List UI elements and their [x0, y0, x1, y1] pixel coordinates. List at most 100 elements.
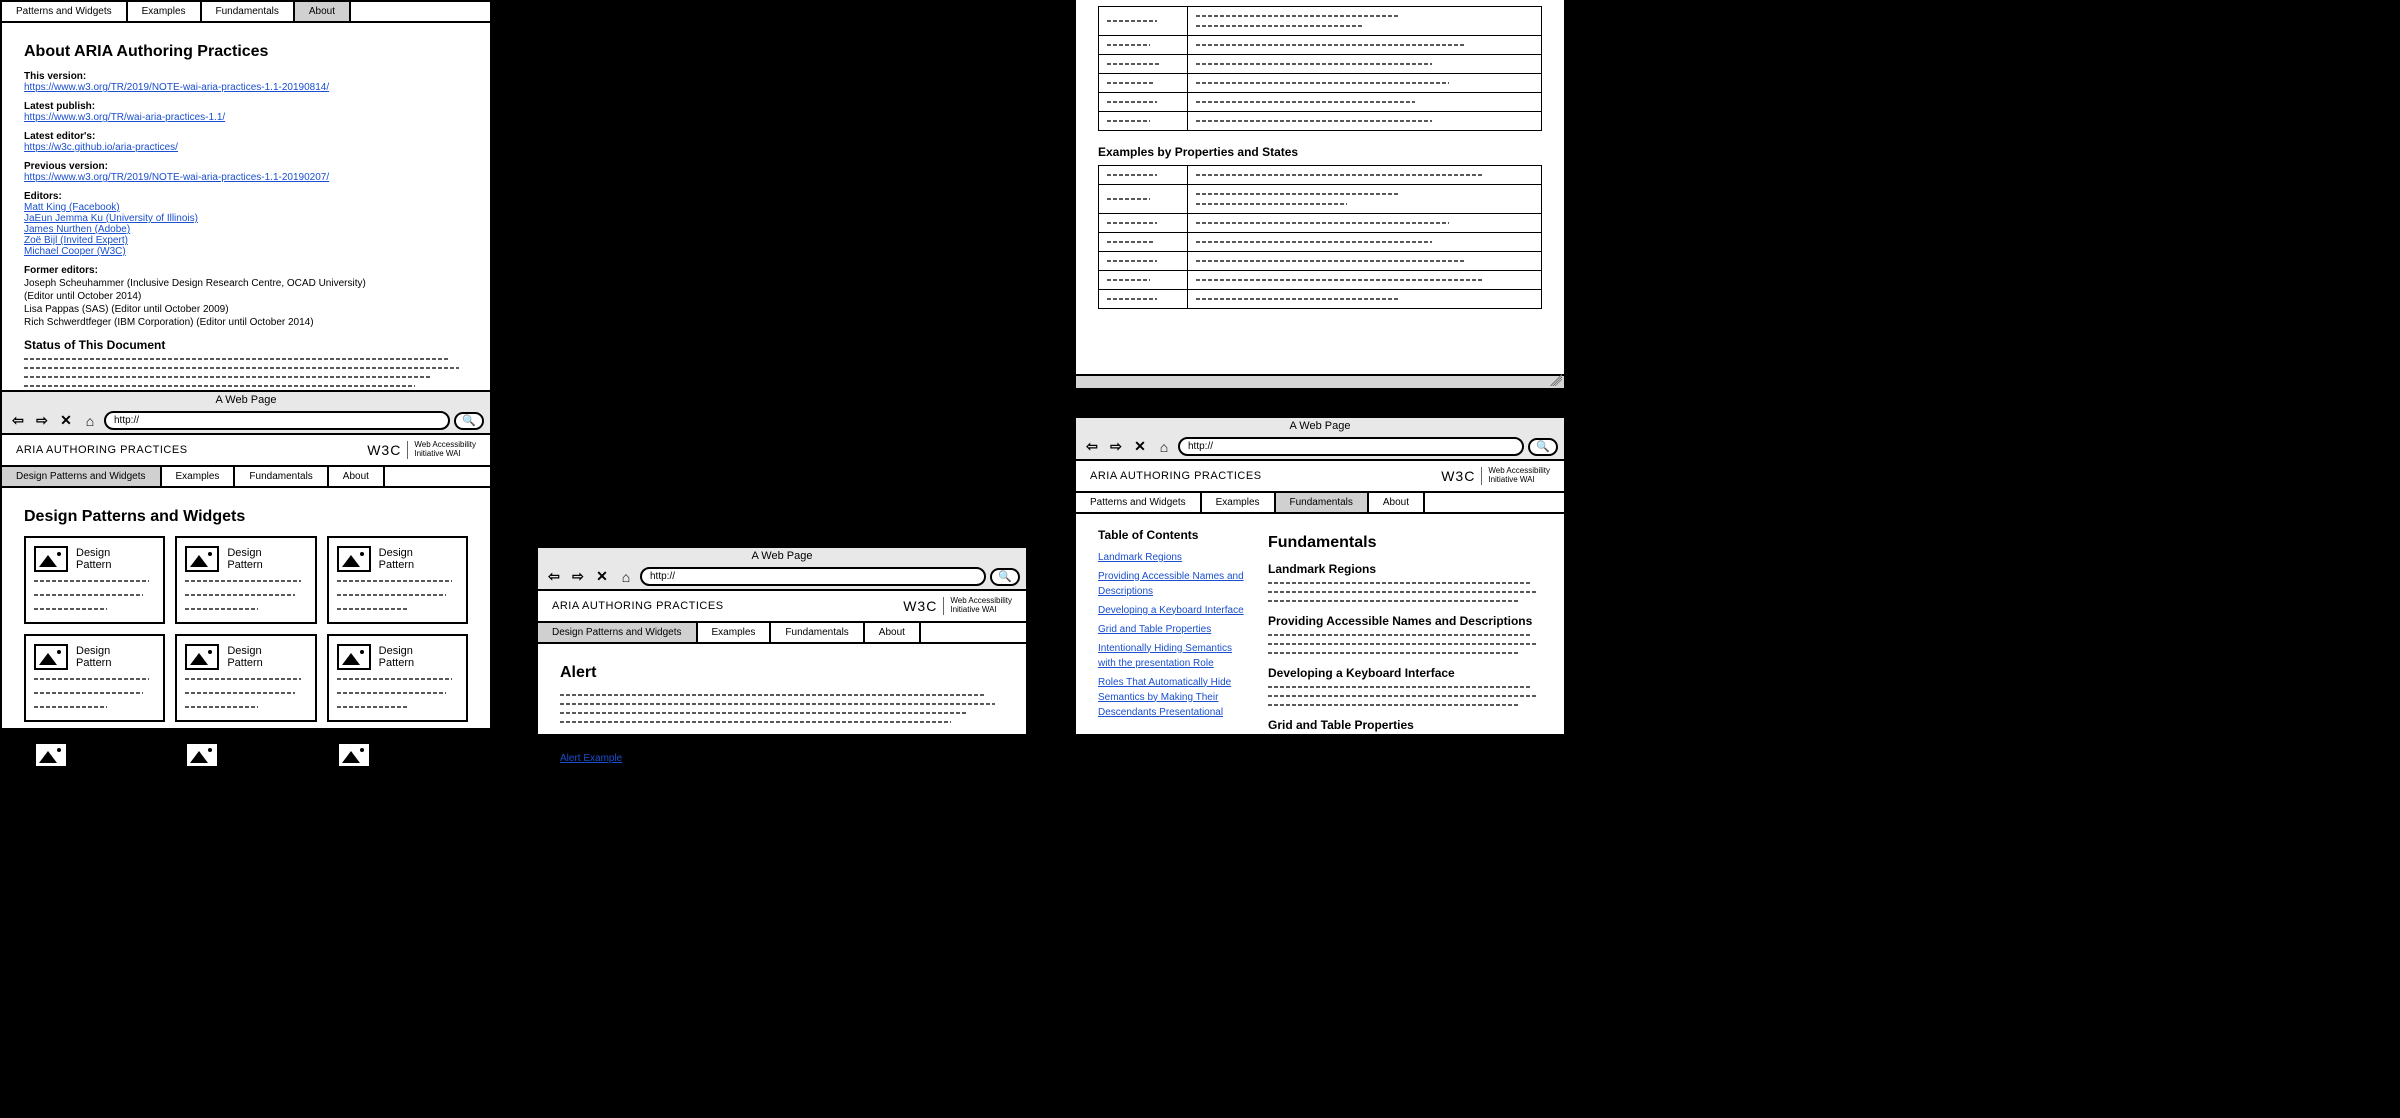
editor-link[interactable]: JaEun Jemma Ku (University of Illinois): [24, 213, 198, 224]
latest-editors-link[interactable]: https://w3c.github.io/aria-practices/: [24, 142, 178, 153]
site-header: ARIA AUTHORING PRACTICES W3C Web Accessi…: [1076, 461, 1564, 491]
site-title: ARIA AUTHORING PRACTICES: [552, 600, 724, 612]
card-title: DesignPattern: [227, 645, 262, 669]
forward-icon[interactable]: ⇨: [1106, 438, 1126, 456]
tab-patterns[interactable]: Patterns and Widgets: [2, 2, 128, 21]
tab-fundamentals[interactable]: Fundamentals: [235, 467, 328, 486]
home-icon[interactable]: ⌂: [616, 568, 636, 586]
card-title: DesignPattern: [227, 547, 262, 571]
home-icon[interactable]: ⌂: [1154, 438, 1174, 456]
table-row: [1099, 112, 1542, 131]
section-heading: Providing Accessible Names and Descripti…: [1268, 614, 1542, 628]
toc-link[interactable]: Landmark Regions: [1098, 550, 1248, 565]
url-input[interactable]: [104, 411, 450, 430]
design-pattern-card[interactable]: DesignPattern: [327, 732, 468, 820]
w3c-logo-block: W3C Web AccessibilityInitiative WAI: [1441, 467, 1550, 485]
back-icon[interactable]: ⇦: [1082, 438, 1102, 456]
image-placeholder-icon: [34, 742, 68, 768]
site-header: ARIA AUTHORING PRACTICES W3C Web Accessi…: [538, 591, 1026, 621]
editor-link[interactable]: James Nurthen (Adobe): [24, 224, 130, 235]
site-title: ARIA AUTHORING PRACTICES: [1090, 470, 1262, 482]
image-placeholder-icon: [34, 546, 68, 572]
tab-examples[interactable]: Examples: [1202, 493, 1276, 512]
pane-design-patterns: A Web Page ⇦ ⇨ ✕ ⌂ 🔍 ARIA AUTHORING PRAC…: [0, 390, 492, 730]
image-placeholder-icon: [185, 546, 219, 572]
forward-icon[interactable]: ⇨: [32, 412, 52, 430]
tab-design-patterns[interactable]: Design Patterns and Widgets: [538, 623, 698, 642]
editor-link[interactable]: Zoë Bijl (Invited Expert): [24, 235, 128, 246]
tab-examples[interactable]: Examples: [128, 2, 202, 21]
table-row: [1099, 214, 1542, 233]
section-heading: Landmark Regions: [1268, 562, 1542, 576]
w3c-logo-block: W3C Web AccessibilityInitiative WAI: [367, 441, 476, 459]
image-placeholder-icon: [337, 644, 371, 670]
url-input[interactable]: [1178, 437, 1524, 456]
toc-link[interactable]: Roles That Automatically Hide Semantics …: [1098, 675, 1248, 720]
table-row: [1099, 36, 1542, 55]
table-row: [1099, 252, 1542, 271]
window-title: A Web Page: [2, 392, 490, 408]
url-input[interactable]: [640, 567, 986, 586]
tab-examples[interactable]: Examples: [698, 623, 772, 642]
search-icon[interactable]: 🔍: [454, 412, 484, 430]
design-pattern-card[interactable]: DesignPattern: [24, 634, 165, 722]
forward-icon[interactable]: ⇨: [568, 568, 588, 586]
tab-fundamentals[interactable]: Fundamentals: [1276, 493, 1369, 512]
toc-link[interactable]: Grid and Table Properties: [1098, 622, 1248, 637]
section-heading: Grid and Table Properties: [1268, 718, 1542, 732]
design-pattern-card[interactable]: DesignPattern: [327, 536, 468, 624]
tab-fundamentals[interactable]: Fundamentals: [202, 2, 295, 21]
design-pattern-card[interactable]: DesignPattern: [175, 732, 316, 820]
design-pattern-card[interactable]: DesignPattern: [327, 634, 468, 722]
tab-about[interactable]: About: [865, 623, 921, 642]
latest-published-link[interactable]: https://www.w3.org/TR/wai-aria-practices…: [24, 112, 225, 123]
card-title: DesignPattern: [379, 547, 414, 571]
design-pattern-card[interactable]: DesignPattern: [24, 732, 165, 820]
former-editors-label: Former editors:: [24, 265, 468, 276]
tab-design-patterns[interactable]: Design Patterns and Widgets: [2, 467, 162, 486]
design-pattern-card[interactable]: DesignPattern: [175, 634, 316, 722]
previous-version-link[interactable]: https://www.w3.org/TR/2019/NOTE-wai-aria…: [24, 172, 329, 183]
table-row: [1099, 233, 1542, 252]
design-pattern-grid: DesignPattern DesignPattern DesignPattern D…: [24, 536, 468, 820]
search-icon[interactable]: 🔍: [1528, 438, 1558, 456]
w3c-logo: W3C: [903, 598, 937, 614]
previous-version-label: Previous version:: [24, 161, 468, 172]
browser-chrome: A Web Page ⇦ ⇨ ✕ ⌂ 🔍: [538, 548, 1026, 591]
design-pattern-card[interactable]: DesignPattern: [24, 536, 165, 624]
tab-patterns[interactable]: Patterns and Widgets: [1076, 493, 1202, 512]
former-editor: Lisa Pappas (SAS) (Editor until October …: [24, 304, 468, 315]
tab-examples[interactable]: Examples: [162, 467, 236, 486]
back-icon[interactable]: ⇦: [544, 568, 564, 586]
back-icon[interactable]: ⇦: [8, 412, 28, 430]
tab-about[interactable]: About: [295, 2, 351, 21]
card-title: DesignPattern: [76, 645, 111, 669]
tab-fundamentals[interactable]: Fundamentals: [771, 623, 864, 642]
editor-link[interactable]: Michael Cooper (W3C): [24, 246, 126, 257]
this-version-link[interactable]: https://www.w3.org/TR/2019/NOTE-wai-aria…: [24, 82, 329, 93]
examples-by-props-table: [1098, 165, 1542, 309]
card-title: DesignPattern: [379, 743, 414, 767]
design-pattern-card[interactable]: DesignPattern: [175, 536, 316, 624]
stop-icon[interactable]: ✕: [1130, 438, 1150, 456]
toc-link[interactable]: Providing Accessible Names and Descripti…: [1098, 569, 1248, 599]
editor-link[interactable]: Matt King (Facebook): [24, 202, 120, 213]
resize-handle[interactable]: [1550, 374, 1562, 386]
tab-about[interactable]: About: [329, 467, 385, 486]
page-title: Fundamentals: [1268, 534, 1542, 552]
tab-about[interactable]: About: [1369, 493, 1425, 512]
search-icon[interactable]: 🔍: [990, 568, 1020, 586]
example-link[interactable]: Alert Example: [560, 753, 622, 764]
section-heading: Examples by Properties and States: [1098, 145, 1542, 159]
card-title: DesignPattern: [227, 743, 262, 767]
w3c-logo: W3C: [1441, 468, 1475, 484]
toc-link[interactable]: Intentionally Hiding Semantics with the …: [1098, 641, 1248, 671]
tabstrip: Design Patterns and Widgets Examples Fun…: [2, 465, 490, 488]
stop-icon[interactable]: ✕: [592, 568, 612, 586]
table-row: [1099, 7, 1542, 36]
home-icon[interactable]: ⌂: [80, 412, 100, 430]
card-title: DesignPattern: [76, 547, 111, 571]
toc-link[interactable]: Developing a Keyboard Interface: [1098, 603, 1248, 618]
stop-icon[interactable]: ✕: [56, 412, 76, 430]
browser-chrome: A Web Page ⇦ ⇨ ✕ ⌂ 🔍: [1076, 418, 1564, 461]
